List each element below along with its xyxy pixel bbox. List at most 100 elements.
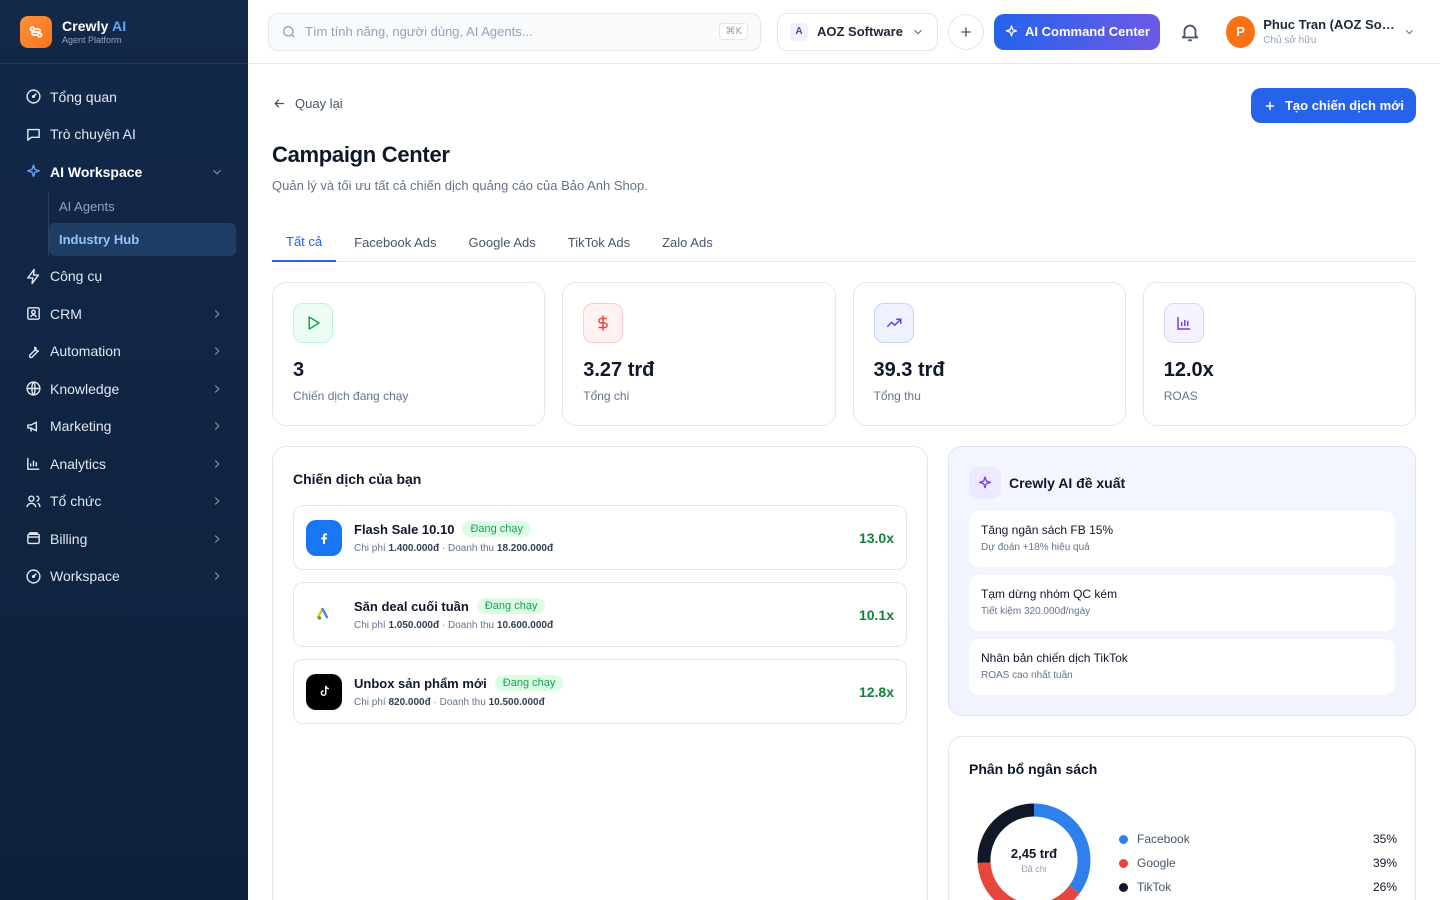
- brand[interactable]: Crewly AI Agent Platform: [0, 0, 248, 64]
- campaign-meta: Chi phí 1.400.000đ · Doanh thu 18.200.00…: [354, 543, 554, 554]
- campaign-name: Flash Sale 10.10: [354, 521, 455, 537]
- global-search[interactable]: ⌘K: [268, 12, 761, 51]
- dashboard-icon: [24, 88, 42, 106]
- stat-card-total-spend: 3.27 trđ Tổng chi: [562, 282, 836, 426]
- chevron-right-icon: [214, 422, 220, 431]
- list-item[interactable]: Flash Sale 10.10 Đang chạy Chi phí 1.400…: [293, 505, 907, 570]
- bar-chart-icon: [1163, 303, 1204, 343]
- sidebar-item-billing[interactable]: Billing: [0, 520, 248, 558]
- sidebar-item-ai-chat[interactable]: Trò chuyện AI: [0, 116, 248, 154]
- stat-card-roas: 12.0x ROAS: [1142, 282, 1416, 426]
- sidebar-item-knowledge[interactable]: Knowledge: [0, 370, 248, 408]
- platform-tabs: Tất cả Facebook Ads Google Ads TikTok Ad…: [272, 222, 1416, 262]
- suggestion-sub: Tiết kiệm 320.000đ/ngày: [981, 606, 1091, 617]
- list-item[interactable]: Tăng ngân sách FB 15% Dự đoán +18% hiệu …: [969, 511, 1395, 567]
- sidebar-item-label: Trò chuyện AI: [50, 126, 136, 143]
- sidebar-item-workspace[interactable]: Workspace: [0, 558, 248, 596]
- wrench-icon: [24, 342, 42, 360]
- campaign-meta: Chi phí 1.050.000đ · Doanh thu 10.600.00…: [354, 620, 554, 631]
- tab-zalo-ads[interactable]: Zalo Ads: [648, 222, 727, 262]
- donut-value: 2,45 trđ: [1010, 846, 1058, 861]
- list-item[interactable]: Nhân bản chiến dịch TikTok ROAS cao nhất…: [969, 639, 1395, 695]
- legend-percent: 39%: [1372, 856, 1397, 870]
- notifications-button[interactable]: [1178, 20, 1202, 44]
- stat-label: ROAS: [1163, 389, 1198, 403]
- sidebar-item-label: Workspace: [50, 568, 120, 585]
- add-button[interactable]: [948, 13, 984, 50]
- create-campaign-button[interactable]: Tạo chiến dịch mới: [1251, 88, 1416, 123]
- budget-legend: Facebook 35% Google 39% TikTok 26%: [1119, 827, 1397, 899]
- dollar-icon: [583, 303, 624, 343]
- campaign-name: Săn deal cuối tuần: [354, 598, 469, 614]
- bell-icon: [1181, 24, 1199, 41]
- stat-card-active-campaigns: 3 Chiến dịch đang chạy: [272, 282, 546, 426]
- ai-suggestions-card: Crewly AI đề xuất Tăng ngân sách FB 15% …: [948, 446, 1416, 716]
- google-ads-icon: [306, 596, 342, 633]
- ai-suggestions-title: Crewly AI đề xuất: [1009, 475, 1126, 491]
- stats-row: 3 Chiến dịch đang chạy 3.27 trđ Tổng chi…: [272, 282, 1416, 426]
- plus-icon: [1265, 101, 1275, 110]
- sidebar-item-analytics[interactable]: Analytics: [0, 445, 248, 483]
- megaphone-icon: [24, 417, 42, 435]
- list-item[interactable]: Unbox sản phẩm mới Đang chạy Chi phí 820…: [293, 659, 907, 724]
- search-icon: [283, 25, 295, 38]
- user-role: Chủ sở hữu: [1263, 35, 1317, 46]
- list-item[interactable]: Săn deal cuối tuần Đang chạy Chi phí 1.0…: [293, 582, 907, 647]
- facebook-icon: [306, 519, 342, 556]
- bar-chart-icon: [24, 455, 42, 473]
- sidebar-item-ai-workspace[interactable]: AI Workspace: [0, 153, 248, 191]
- stat-label: Tổng chi: [583, 389, 630, 403]
- org-name: AOZ Software: [817, 24, 903, 39]
- campaigns-title: Chiến dịch của bạn: [293, 471, 422, 487]
- org-switcher[interactable]: A AOZ Software: [777, 12, 938, 51]
- legend-name: Google: [1137, 856, 1176, 870]
- sidebar-item-label: Tổ chức: [50, 493, 102, 510]
- search-input[interactable]: [305, 24, 720, 39]
- campaign-meta: Chi phí 820.000đ · Doanh thu 10.500.000đ: [354, 697, 545, 708]
- legend-item-google: Google 39%: [1119, 851, 1397, 875]
- user-name: Phuc Tran (AOZ Software): [1263, 17, 1395, 32]
- status-badge: Đang chạy: [494, 675, 564, 691]
- ai-command-center-button[interactable]: AI Command Center: [994, 13, 1160, 50]
- chevron-down-icon: [914, 29, 922, 35]
- legend-name: TikTok: [1137, 880, 1172, 894]
- sidebar-item-organization[interactable]: Tổ chức: [0, 483, 248, 521]
- tab-tiktok-ads[interactable]: TikTok Ads: [554, 222, 644, 262]
- globe-icon: [24, 380, 42, 398]
- chevron-down-icon: [213, 169, 221, 175]
- brand-subtitle: Agent Platform: [62, 35, 122, 45]
- sidebar-subitem-industry-hub[interactable]: Industry Hub: [49, 222, 236, 256]
- sidebar-item-tools[interactable]: Công cụ: [0, 258, 248, 296]
- sidebar-subitem-ai-agents[interactable]: AI Agents: [49, 191, 248, 223]
- stat-value: 39.3 trđ: [873, 359, 945, 381]
- sidebar-item-marketing[interactable]: Marketing: [0, 408, 248, 446]
- donut-label: Đã chi: [1021, 864, 1047, 874]
- sidebar-item-automation[interactable]: Automation: [0, 333, 248, 371]
- chat-icon: [24, 125, 42, 143]
- org-badge: A: [790, 22, 808, 41]
- users-icon: [24, 492, 42, 510]
- campaigns-card: Chiến dịch của bạn Flash Sale 10.10 Đang…: [272, 446, 928, 900]
- tab-google-ads[interactable]: Google Ads: [455, 222, 550, 262]
- sidebar: Crewly AI Agent Platform Tổng quan Trò c…: [0, 0, 248, 900]
- back-link[interactable]: Quay lại: [272, 96, 343, 111]
- search-shortcut: ⌘K: [719, 23, 748, 40]
- legend-dot: [1119, 882, 1128, 892]
- tab-facebook-ads[interactable]: Facebook Ads: [340, 222, 450, 262]
- suggestion-sub: ROAS cao nhất tuần: [981, 670, 1073, 681]
- legend-dot: [1119, 858, 1128, 868]
- list-item[interactable]: Tạm dừng nhóm QC kém Tiết kiệm 320.000đ/…: [969, 575, 1395, 631]
- sidebar-item-label: Công cụ: [50, 268, 103, 285]
- tab-all[interactable]: Tất cả: [272, 222, 337, 262]
- donut-center: 2,45 trđ Đã chi: [975, 801, 1093, 900]
- main-content: Quay lại Tạo chiến dịch mới Campaign Cen…: [272, 64, 1416, 900]
- sidebar-nav: Tổng quan Trò chuyện AI AI Workspace AI …: [0, 64, 248, 595]
- sparkle-icon: [1005, 25, 1018, 37]
- sidebar-item-overview[interactable]: Tổng quan: [0, 78, 248, 116]
- sidebar-item-crm[interactable]: CRM: [0, 295, 248, 333]
- user-menu[interactable]: P Phuc Tran (AOZ Software) Chủ sở hữu: [1226, 15, 1416, 48]
- legend-percent: 35%: [1372, 832, 1397, 846]
- avatar: P: [1226, 15, 1256, 48]
- stat-label: Tổng thu: [873, 389, 921, 403]
- sidebar-item-label: AI Workspace: [50, 163, 143, 180]
